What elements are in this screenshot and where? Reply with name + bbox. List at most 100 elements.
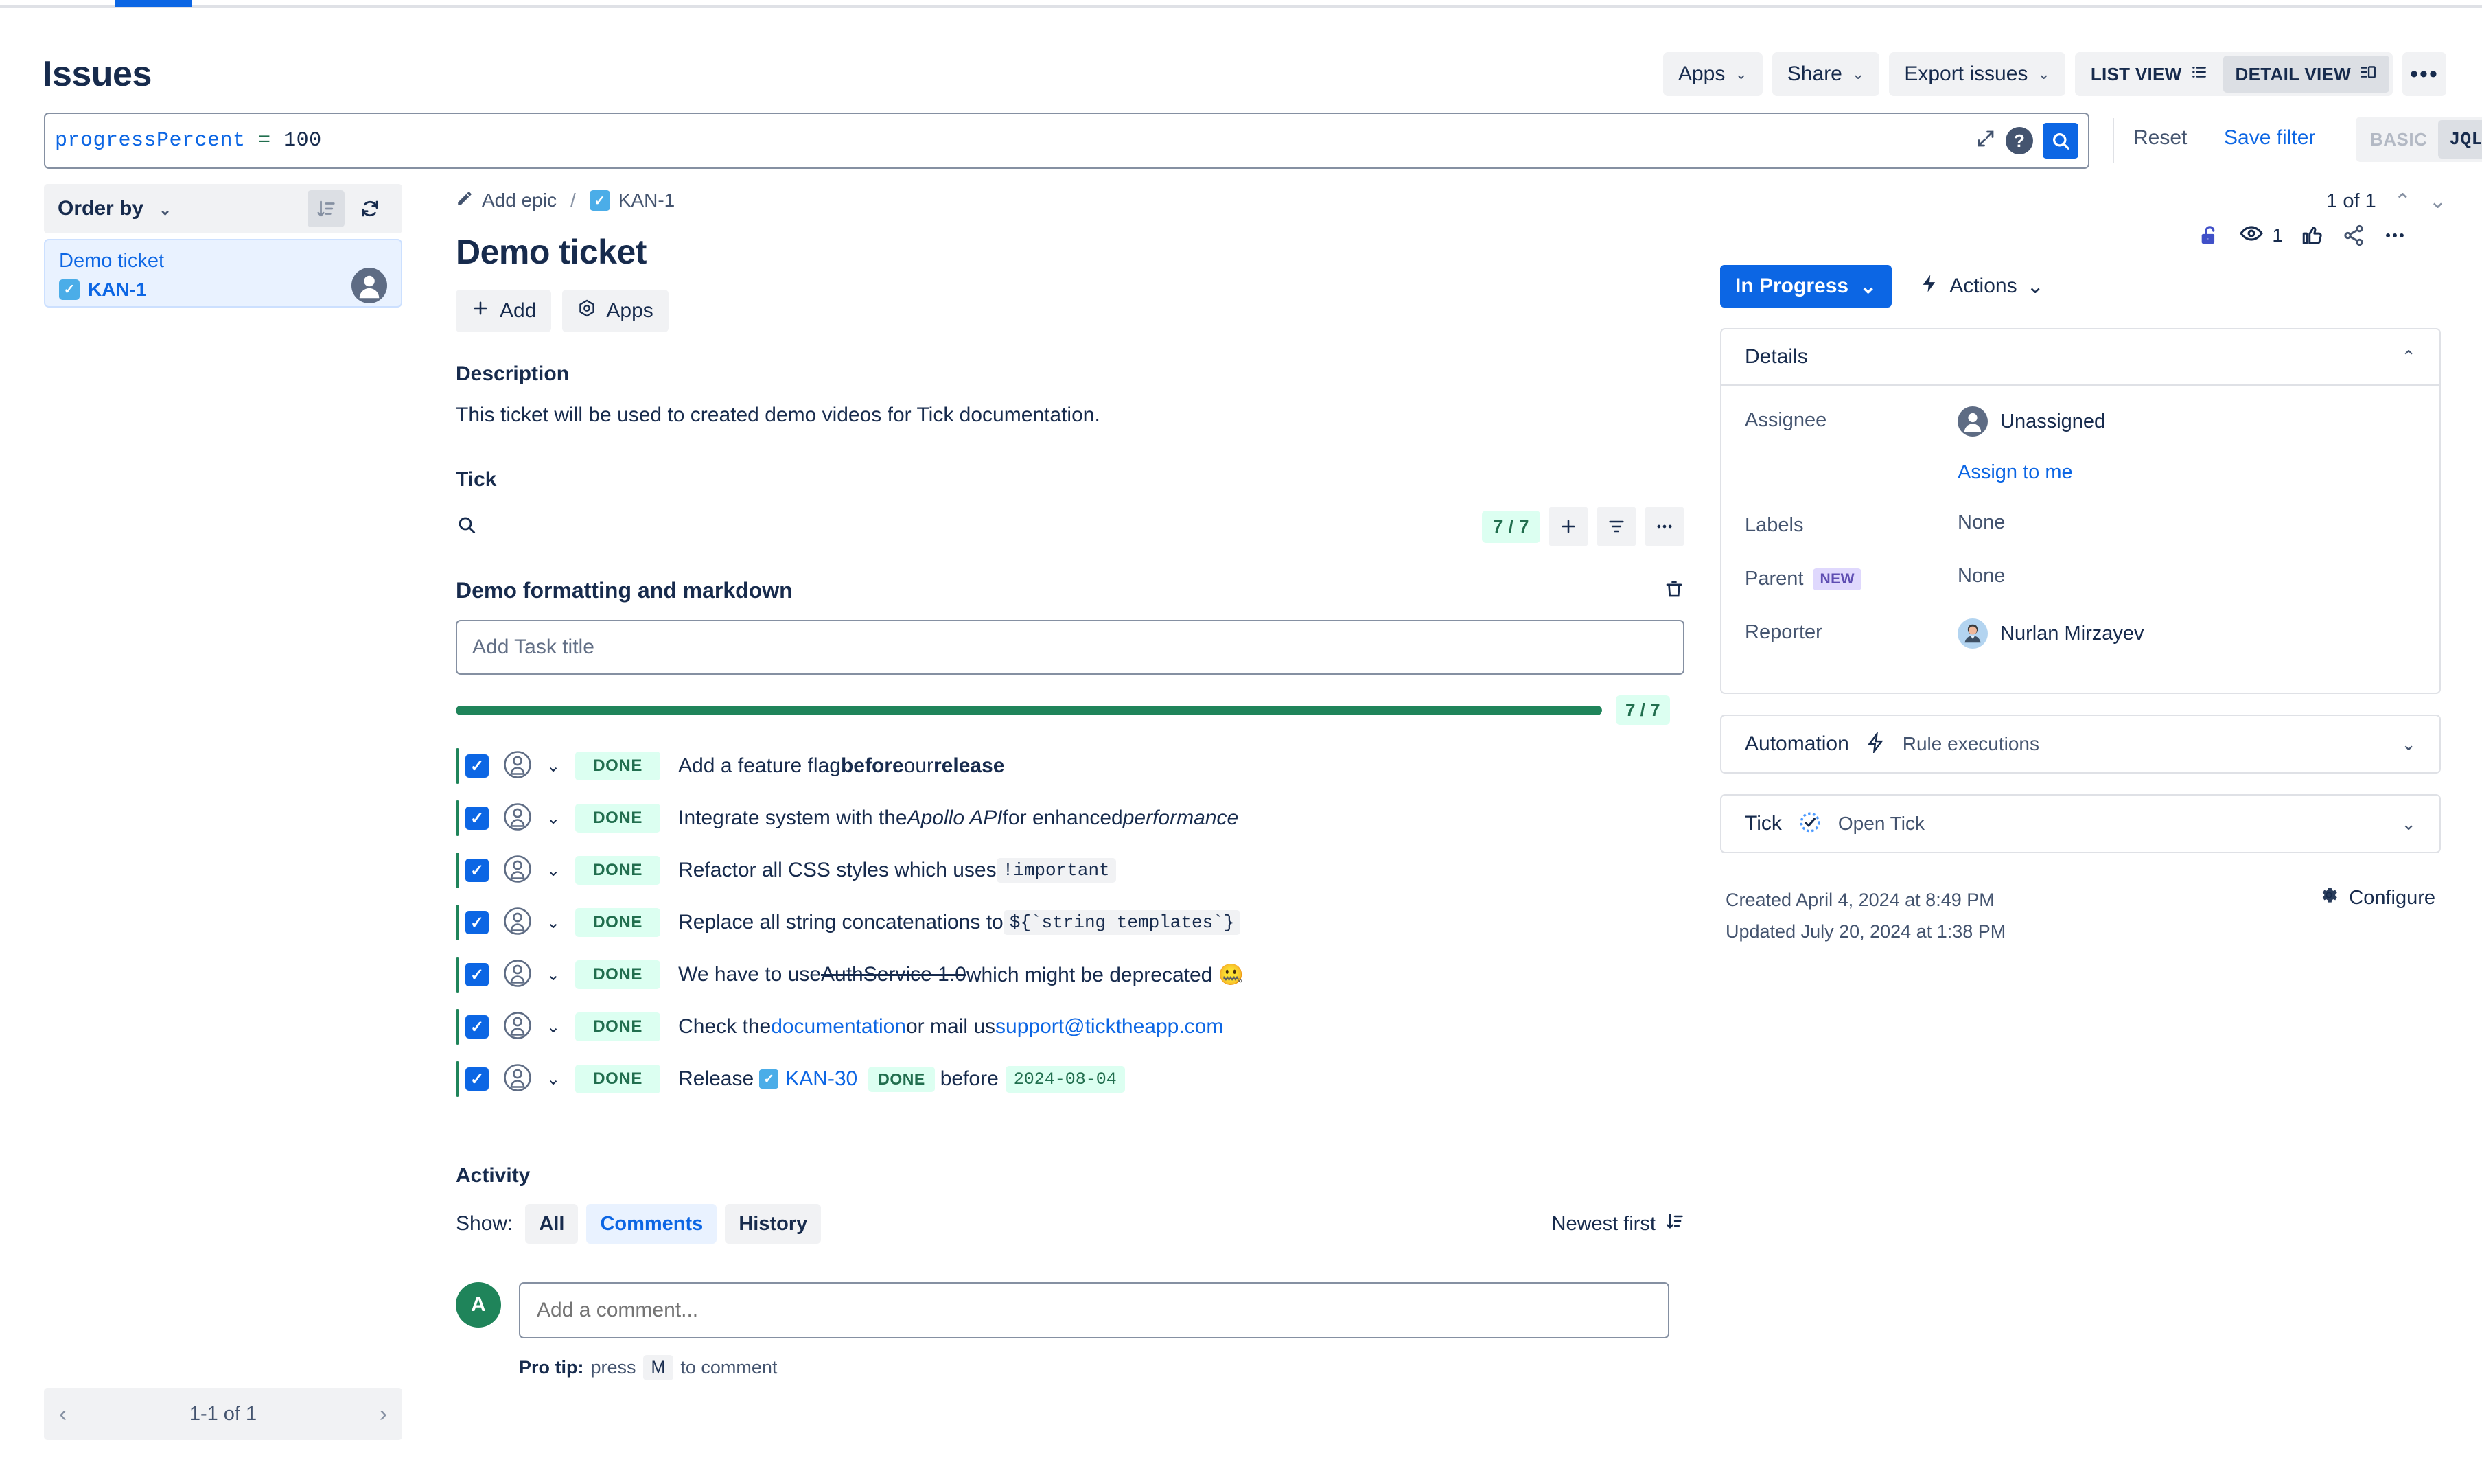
reporter-value-wrap[interactable]: Nurlan Mirzayev	[1958, 616, 2416, 649]
chevron-up-icon[interactable]: ⌃	[2401, 347, 2416, 368]
unlock-icon[interactable]	[2198, 224, 2221, 247]
chevron-down-icon[interactable]: ⌄	[546, 861, 560, 881]
task-status-badge[interactable]: DONE	[575, 908, 661, 937]
chevron-down-icon[interactable]: ⌄	[546, 1069, 560, 1089]
reset-button[interactable]: Reset	[2133, 126, 2187, 150]
header-more-button[interactable]: •••	[2402, 52, 2446, 96]
task-assignee-avatar[interactable]	[504, 907, 531, 938]
task-assignee-avatar[interactable]	[504, 802, 531, 834]
task-checkbox[interactable]: ✓	[465, 1015, 489, 1039]
share-icon[interactable]	[2342, 224, 2365, 247]
search-submit-button[interactable]	[2043, 123, 2078, 159]
task-status-badge[interactable]: DONE	[575, 804, 661, 833]
task-status-badge[interactable]: DONE	[575, 1065, 661, 1093]
task-row[interactable]: ✓ ⌄ DONE Integrate system with the Apollo A…	[456, 792, 1684, 844]
filter-icon[interactable]	[1597, 507, 1636, 546]
tab-history[interactable]: History	[725, 1204, 822, 1244]
configure-button[interactable]: Configure	[2319, 885, 2435, 911]
task-row[interactable]: ✓ ⌄ DONE Check the documentation or mail us…	[456, 1001, 1684, 1053]
watch-count[interactable]: 1	[2239, 221, 2283, 249]
add-task-input[interactable]	[456, 620, 1684, 675]
task-checkbox[interactable]: ✓	[465, 963, 489, 986]
parent-label: Parent	[1745, 568, 1804, 590]
task-row[interactable]: ✓ ⌄ DONE Refactor all CSS styles which uses…	[456, 844, 1684, 896]
save-filter-button[interactable]: Save filter	[2224, 126, 2315, 150]
comment-input[interactable]	[519, 1282, 1669, 1338]
sort-direction-button[interactable]	[308, 190, 345, 227]
chevron-down-icon[interactable]: ⌄	[546, 809, 560, 828]
watch-count-label: 1	[2272, 224, 2283, 246]
pager-down-icon[interactable]: ⌄	[2429, 189, 2446, 213]
task-checkbox[interactable]: ✓	[465, 807, 489, 830]
share-button[interactable]: Share ⌄	[1772, 52, 1880, 96]
task-assignee-avatar[interactable]	[504, 855, 531, 886]
tab-comments[interactable]: Comments	[586, 1204, 717, 1244]
labels-value[interactable]: None	[1958, 509, 2416, 534]
pager-up-icon[interactable]: ⌃	[2394, 189, 2411, 213]
task-checkbox[interactable]: ✓	[465, 754, 489, 778]
assignee-value-wrap[interactable]: Unassigned	[1958, 404, 2416, 437]
actions-dropdown-button[interactable]: Actions ⌄	[1910, 265, 2054, 308]
next-page-icon[interactable]: ›	[380, 1401, 387, 1428]
chevron-down-icon[interactable]: ⌄	[546, 965, 560, 985]
task-assignee-avatar[interactable]	[504, 1063, 531, 1095]
tab-list-view[interactable]: LIST VIEW	[2078, 56, 2220, 93]
add-button[interactable]: Add	[456, 290, 552, 332]
details-card-header[interactable]: Details ⌃	[1721, 329, 2439, 386]
tick-card-header[interactable]: Tick Open Tick ⌄	[1721, 796, 2439, 852]
breadcrumb-separator: /	[570, 189, 576, 211]
add-checklist-button[interactable]	[1549, 507, 1588, 546]
apps-panel-label: Apps	[606, 299, 653, 322]
apps-button[interactable]: Apps ⌄	[1662, 52, 1763, 96]
export-issues-button[interactable]: Export issues ⌄	[1889, 52, 2065, 96]
sidebar-issue-card[interactable]: Demo ticket ✓ KAN-1	[44, 239, 402, 308]
apps-panel-button[interactable]: Apps	[562, 290, 669, 332]
assign-to-me-link[interactable]: Assign to me	[1958, 461, 2416, 484]
task-assignee-avatar[interactable]	[504, 750, 531, 782]
expand-icon[interactable]	[1975, 128, 1996, 154]
chevron-down-icon[interactable]: ⌄	[546, 913, 560, 933]
mode-jql-button[interactable]: JQL	[2438, 120, 2482, 159]
breadcrumb-add-epic[interactable]: Add epic	[456, 189, 557, 212]
task-status-badge[interactable]: DONE	[575, 752, 661, 780]
tick-search-icon[interactable]	[456, 514, 478, 540]
task-row[interactable]: ✓ ⌄ DONE We have to use AuthService 1.0 whi…	[456, 949, 1684, 1001]
prev-page-icon[interactable]: ‹	[59, 1401, 67, 1428]
task-checkbox[interactable]: ✓	[465, 1067, 489, 1091]
breadcrumb-key-label: KAN-1	[618, 189, 675, 211]
jql-search-box[interactable]: progressPercent = 100 ?	[44, 113, 2089, 169]
automation-card-header[interactable]: Automation Rule executions ⌄	[1721, 716, 2439, 772]
chevron-down-icon[interactable]: ⌄	[2401, 813, 2416, 835]
task-status-badge[interactable]: DONE	[575, 1012, 661, 1041]
task-status-bar	[456, 1061, 459, 1097]
status-dropdown-button[interactable]: In Progress ⌄	[1720, 265, 1892, 308]
like-icon[interactable]	[2301, 224, 2324, 247]
task-row[interactable]: ✓ ⌄ DONE Release ✓ KAN-30 DONE before 2024-08…	[456, 1053, 1684, 1105]
task-row[interactable]: ✓ ⌄ DONE Add a feature flag before our rele…	[456, 740, 1684, 792]
issue-side-panel: 1 In Progress ⌄ Actions ⌄ Details ⌃ Assi…	[1720, 224, 2441, 948]
breadcrumb-issue-key[interactable]: ✓ KAN-1	[589, 189, 675, 211]
task-row[interactable]: ✓ ⌄ DONE Replace all string concatenations …	[456, 896, 1684, 949]
task-status-badge[interactable]: DONE	[575, 960, 661, 989]
chevron-down-icon[interactable]: ⌄	[2401, 734, 2416, 755]
refresh-button[interactable]	[351, 190, 388, 227]
chevron-down-icon[interactable]: ⌄	[546, 756, 560, 776]
tick-section-heading: Tick	[456, 468, 497, 491]
sort-order-button[interactable]: Newest first	[1552, 1211, 1684, 1236]
task-assignee-avatar[interactable]	[504, 959, 531, 990]
task-status-bar	[456, 905, 459, 940]
chevron-down-icon[interactable]: ⌄	[546, 1017, 560, 1037]
issue-more-icon[interactable]	[2383, 224, 2406, 247]
task-checkbox[interactable]: ✓	[465, 911, 489, 934]
task-checkbox[interactable]: ✓	[465, 859, 489, 882]
order-by-dropdown[interactable]: Order by ⌄	[58, 197, 172, 220]
delete-checklist-icon[interactable]	[1664, 579, 1684, 603]
help-icon[interactable]: ?	[2006, 127, 2033, 154]
parent-value[interactable]: None	[1958, 562, 2416, 588]
task-status-badge[interactable]: DONE	[575, 856, 661, 885]
tick-more-button[interactable]	[1645, 507, 1684, 546]
tab-all[interactable]: All	[525, 1204, 579, 1244]
tab-detail-view[interactable]: DETAIL VIEW	[2223, 56, 2389, 93]
mode-basic-button[interactable]: BASIC	[2359, 120, 2438, 159]
task-assignee-avatar[interactable]	[504, 1011, 531, 1043]
